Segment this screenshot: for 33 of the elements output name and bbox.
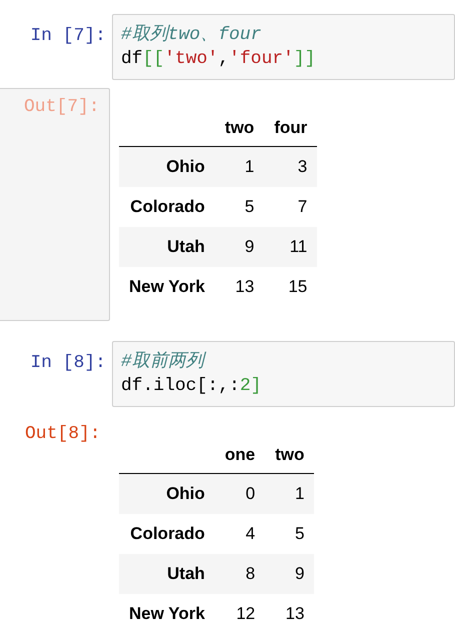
code-cell[interactable]: #取前两列 df.iloc[:,:2] [112,341,455,407]
row-index: Colorado [119,514,215,554]
table-cell: 9 [265,554,314,594]
table-cell: 12 [214,594,266,634]
table-cell: 13 [214,267,264,307]
table-cell: 11 [264,227,318,267]
table-cell: 3 [264,146,318,187]
table-cell: 1 [265,474,314,514]
row-index: New York [119,594,215,634]
table-cell: 9 [214,227,264,267]
input-prompt: In [7]: [30,25,106,48]
row-index: Ohio [119,146,215,187]
code-cell[interactable]: #取列two、four df[['two','four']] [112,14,455,80]
code-line: #取列two、four [121,24,262,47]
row-index: Utah [119,554,215,594]
table-cell: 13 [265,594,314,634]
table-cell: 0 [214,474,266,514]
code-line: df.iloc[:,:2] [121,375,262,398]
row-index: New York [119,267,215,307]
input-prompt: In [8]: [30,352,106,375]
table-cell: 5 [265,514,314,554]
table-cell: 5 [214,187,264,227]
code-line: #取前两列 [121,350,446,374]
table-cell: 4 [214,514,266,554]
table-cell: 7 [264,187,318,227]
code-line: df[['two','four']] [121,48,316,71]
table-cell: 8 [214,554,266,594]
table-cell: 15 [264,267,318,307]
table-cell: 1 [214,146,264,187]
row-index: Utah [119,227,215,267]
row-index: Ohio [119,474,215,514]
row-index: Colorado [119,187,215,227]
output-prompt-area[interactable]: Out[8]: [0,415,110,643]
